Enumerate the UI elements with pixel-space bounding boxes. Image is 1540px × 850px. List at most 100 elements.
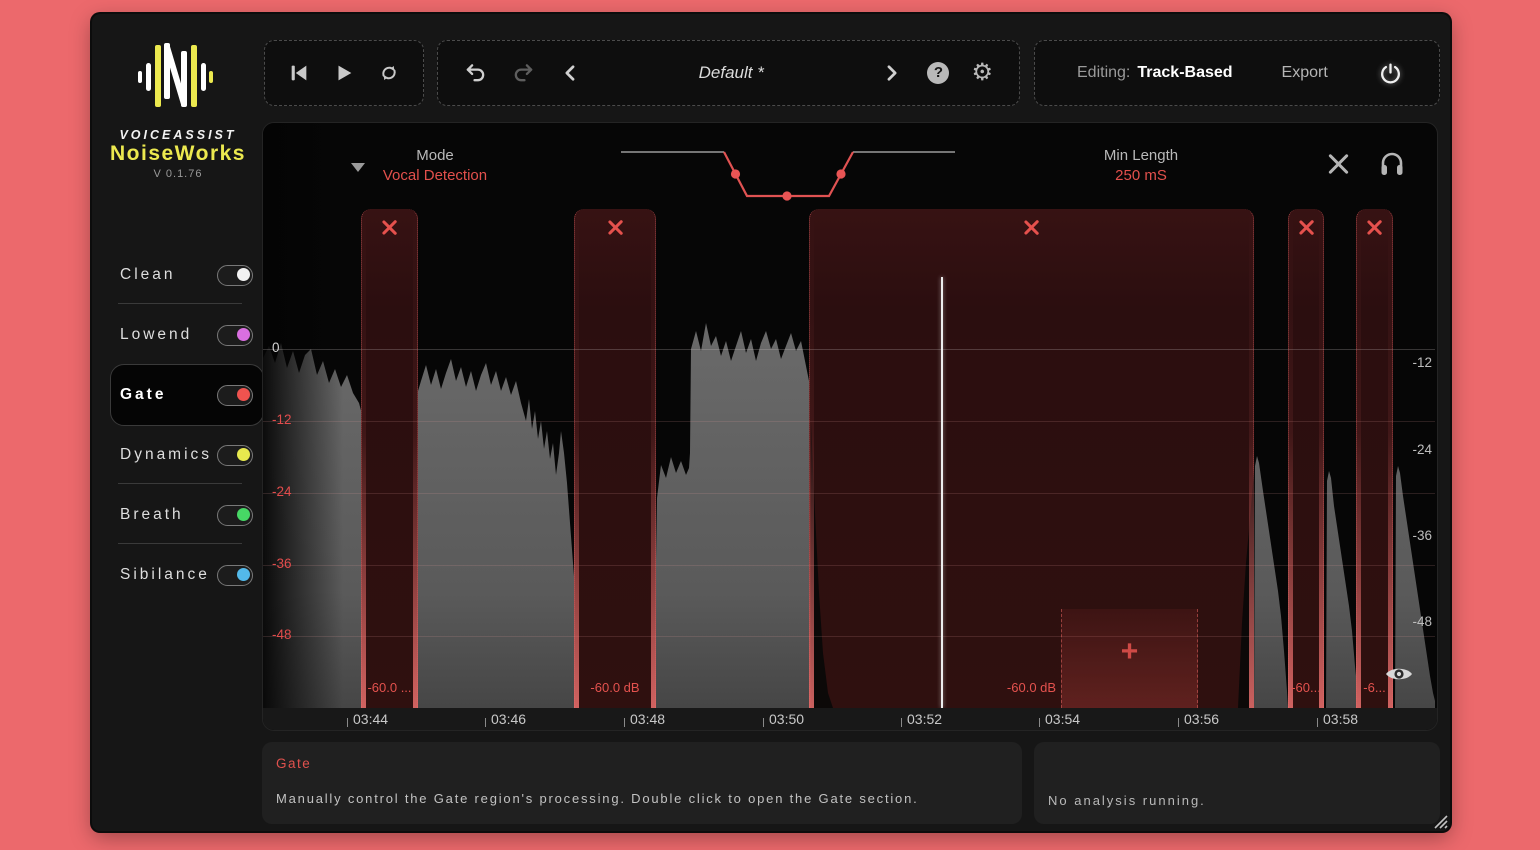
window-resize-grip[interactable]: [1428, 809, 1448, 829]
sidebar-divider: [118, 483, 242, 484]
db-tick-left: 0: [272, 340, 280, 355]
time-tick-mark: [1039, 718, 1040, 727]
db-tick-left: -24: [272, 484, 292, 499]
sidebar-item-label: Lowend: [120, 326, 192, 344]
sidebar-item-label: Breath: [120, 506, 184, 524]
version-label: V 0.1.76: [92, 168, 264, 180]
time-tick-label: 03:50: [769, 711, 804, 727]
export-button[interactable]: Export: [1282, 64, 1328, 82]
sidebar-item-sibilance[interactable]: Sibilance: [92, 561, 262, 589]
time-tick-label: 03:52: [907, 711, 942, 727]
session-toolbar: Editing: Track-Based Export: [1034, 40, 1440, 106]
grid-line: [263, 349, 1435, 350]
waveform-plot[interactable]: +-60.0 ...-60.0 dB-60.0 dB-60...-6...0-1…: [263, 123, 1438, 708]
sidebar-divider: [118, 543, 242, 544]
region-threshold-label: -60.0 ...: [363, 680, 416, 697]
region-edge-glow: [651, 209, 656, 708]
region-edge-glow: [1356, 209, 1361, 708]
editing-mode-value[interactable]: Track-Based: [1137, 64, 1232, 82]
db-tick-right: -36: [1388, 528, 1432, 543]
time-tick-label: 03:58: [1323, 711, 1358, 727]
time-tick-label: 03:54: [1045, 711, 1080, 727]
settings-gear-icon[interactable]: ⚙: [971, 61, 993, 85]
grid-line: [263, 493, 1435, 494]
loop-button[interactable]: [378, 62, 400, 84]
product-name: NoiseWorks: [92, 142, 264, 166]
gate-toggle[interactable]: [217, 385, 253, 406]
time-tick-mark: [624, 718, 625, 727]
sidebar-item-clean[interactable]: Clean: [92, 261, 262, 289]
db-tick-right: -12: [1388, 355, 1432, 370]
region-close-icon[interactable]: [607, 219, 623, 235]
toggle-knob: [237, 508, 250, 521]
playhead-cursor[interactable]: [941, 277, 943, 708]
toggle-knob: [237, 328, 250, 341]
region-edge-glow: [574, 209, 579, 708]
previous-preset-button[interactable]: [561, 62, 581, 84]
time-tick-mark: [901, 718, 902, 727]
region-edge-glow: [1319, 209, 1324, 708]
breath-toggle[interactable]: [217, 505, 253, 526]
sidebar-item-label: Gate: [120, 386, 166, 404]
sidebar-item-dynamics[interactable]: Dynamics: [92, 441, 262, 469]
timeline-ruler[interactable]: 03:44 03:46 03:48 03:50 03:52 03:54 03:56 03:58: [263, 708, 1438, 731]
gated-waveform-shadow: [263, 123, 1438, 708]
undo-button[interactable]: [464, 61, 487, 85]
preset-name[interactable]: Default *: [581, 63, 881, 83]
region-edge-glow: [413, 209, 418, 708]
sibilance-toggle[interactable]: [217, 565, 253, 586]
time-tick-mark: [1178, 718, 1179, 727]
region-edge-glow: [809, 209, 814, 708]
region-close-icon[interactable]: [1024, 219, 1040, 235]
region-edge-glow: [361, 209, 366, 708]
grid-line: [263, 636, 1435, 637]
db-tick-left: -48: [272, 627, 292, 642]
time-tick-mark: [1317, 718, 1318, 727]
region-close-icon[interactable]: [1298, 219, 1314, 235]
toggle-knob: [237, 388, 250, 401]
dynamics-toggle[interactable]: [217, 445, 253, 466]
sidebar-item-breath[interactable]: Breath: [92, 501, 262, 529]
toggle-knob: [237, 568, 250, 581]
preset-toolbar: Default * ? ⚙: [437, 40, 1020, 106]
sidebar-item-lowend[interactable]: Lowend: [92, 321, 262, 349]
next-preset-button[interactable]: [881, 62, 901, 84]
time-tick-mark: [763, 718, 764, 727]
db-tick-left: -36: [272, 556, 292, 571]
time-tick-label: 03:56: [1184, 711, 1219, 727]
clean-toggle[interactable]: [217, 265, 253, 286]
time-tick-label: 03:48: [630, 711, 665, 727]
region-edge-glow: [1249, 209, 1254, 708]
time-tick-label: 03:46: [491, 711, 526, 727]
skip-to-start-button[interactable]: [288, 62, 310, 84]
db-tick-right: -48: [1388, 614, 1432, 629]
visibility-eye-icon[interactable]: [1384, 664, 1414, 684]
db-tick-left: -12: [272, 412, 292, 427]
time-tick-mark: [485, 718, 486, 727]
redo-button[interactable]: [512, 61, 535, 85]
time-tick-mark: [347, 718, 348, 727]
help-icon[interactable]: ?: [927, 62, 949, 84]
sidebar-item-label: Sibilance: [120, 566, 210, 584]
analysis-status-text: No analysis running.: [1048, 793, 1206, 808]
time-tick-label: 03:44: [353, 711, 388, 727]
power-button[interactable]: [1378, 61, 1403, 86]
region-edge-glow: [1288, 209, 1293, 708]
transport-toolbar: [264, 40, 424, 106]
sidebar-item-label: Clean: [120, 266, 176, 284]
toggle-knob: [237, 268, 250, 281]
region-close-icon[interactable]: [382, 219, 398, 235]
waveform-panel: Mode Vocal Detection Min Length 250 mS +…: [262, 122, 1438, 731]
sidebar-item-gate[interactable]: Gate: [92, 381, 262, 409]
grid-line: [263, 421, 1435, 422]
sidebar-item-label: Dynamics: [120, 446, 212, 464]
region-close-icon[interactable]: [1367, 219, 1383, 235]
lowend-toggle[interactable]: [217, 325, 253, 346]
add-region-plus-icon[interactable]: +: [1062, 635, 1197, 669]
analysis-status-panel: No analysis running.: [1034, 742, 1440, 824]
brand-name: VOICEASSIST: [92, 128, 264, 142]
toggle-knob: [237, 448, 250, 461]
db-tick-right: -24: [1388, 442, 1432, 457]
region-threshold-label: -60.0 dB: [576, 680, 654, 697]
play-button[interactable]: [333, 62, 355, 84]
